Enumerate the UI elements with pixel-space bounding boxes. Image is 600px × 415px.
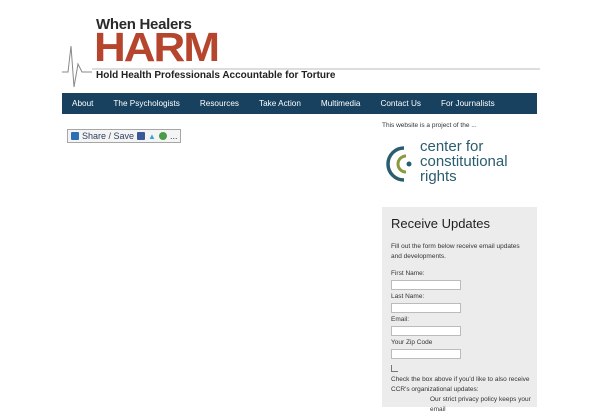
share-more: ... (169, 131, 178, 141)
ccr-updates-checkbox[interactable] (391, 365, 398, 372)
delicious-icon (158, 132, 167, 140)
site-logo[interactable]: When Healers HARM Hold Health Profession… (62, 12, 542, 96)
nav-the-psychologists[interactable]: The Psychologists (103, 99, 189, 108)
last-name-input[interactable] (391, 303, 461, 313)
share-plus-icon (71, 132, 79, 140)
checkbox-note: Check the box above if you'd like to als… (391, 376, 530, 393)
nav-resources[interactable]: Resources (190, 99, 249, 108)
updates-intro: Fill out the form below receive email up… (391, 243, 520, 260)
last-name-label: Last Name: (391, 293, 425, 300)
share-save-label: Share / Save (82, 131, 135, 141)
privacy-note: Our strict privacy policy keeps your ema… (430, 396, 531, 413)
share-save-button[interactable]: Share / Save ▲ ... (67, 129, 182, 143)
zip-label: Your Zip Code (391, 339, 433, 346)
first-name-input[interactable] (391, 280, 461, 290)
zip-input[interactable] (391, 349, 461, 359)
twitter-icon: ▲ (148, 131, 156, 141)
nav-about[interactable]: About (62, 99, 103, 108)
receive-updates-panel: Receive Updates Fill out the form below … (382, 207, 537, 413)
logo-tagline: Hold Health Professionals Accountable fo… (96, 70, 336, 81)
nav-contact-us[interactable]: Contact Us (370, 99, 431, 108)
ccr-emblem-icon (386, 146, 412, 182)
project-of-text: This website is a project of the ... (382, 122, 477, 129)
email-input[interactable] (391, 326, 461, 336)
nav-for-journalists[interactable]: For Journalists (431, 99, 505, 108)
receive-updates-title: Receive Updates (391, 216, 490, 231)
nav-multimedia[interactable]: Multimedia (311, 99, 371, 108)
email-label: Email: (391, 316, 410, 323)
ccr-logo[interactable]: center for constitutional rights (382, 139, 542, 189)
ccr-line-3: rights (420, 168, 457, 185)
main-nav: About The Psychologists Resources Take A… (62, 93, 537, 114)
nav-take-action[interactable]: Take Action (249, 99, 311, 108)
first-name-label: First Name: (391, 270, 425, 277)
logo-line-harm: HARM (94, 25, 220, 71)
facebook-icon (137, 132, 146, 140)
